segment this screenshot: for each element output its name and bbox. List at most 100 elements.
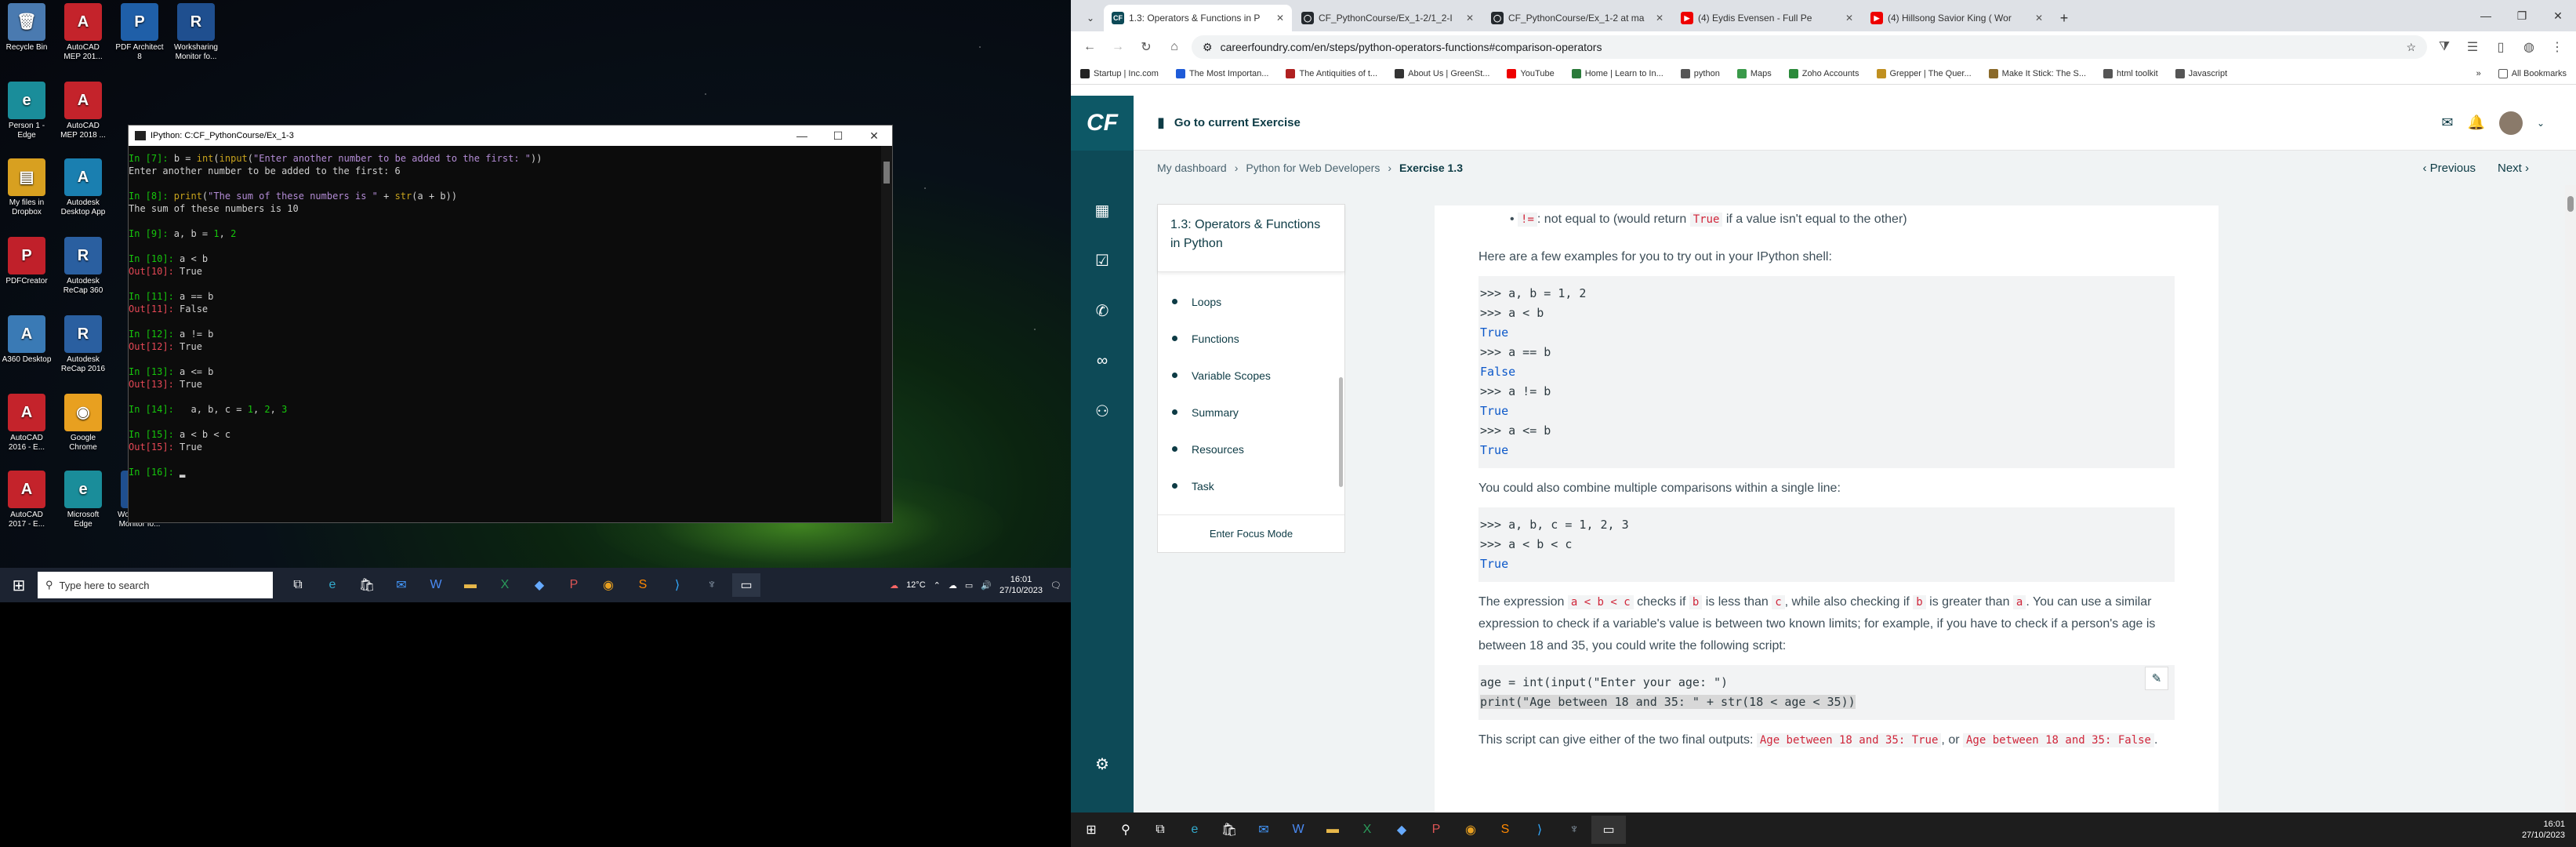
- desktop-icon[interactable]: R Autodesk ReCap 360: [58, 237, 108, 296]
- excel-icon[interactable]: X: [1350, 816, 1384, 844]
- mail-icon[interactable]: ✉: [1246, 816, 1281, 844]
- edit-pencil-icon[interactable]: ✎: [2145, 667, 2168, 690]
- taskbar-search[interactable]: ⚲ Type here to search: [38, 572, 273, 598]
- messages-icon[interactable]: ✉: [2441, 115, 2453, 131]
- code-block[interactable]: >>> a, b, c = 1, 2, 3 >>> a < b < c True: [1478, 507, 2175, 582]
- settings-icon[interactable]: ⚙: [1071, 739, 1134, 789]
- browser-tab[interactable]: ▶ (4) Hillsong Savior King ( Wor ✕: [1863, 5, 2051, 31]
- enter-focus-mode-button[interactable]: Enter Focus Mode: [1158, 514, 1344, 552]
- desktop-icon[interactable]: A A360 Desktop: [2, 315, 52, 365]
- desktop-icon[interactable]: A Autodesk Desktop App: [58, 158, 108, 217]
- desktop-icon[interactable]: ▤ My files in Dropbox: [2, 158, 52, 217]
- sidebar-item[interactable]: Resources: [1158, 431, 1344, 467]
- bookmark[interactable]: Zoho Accounts: [1788, 68, 1859, 78]
- desktop-icon[interactable]: R Autodesk ReCap 2016: [58, 315, 108, 374]
- bell-icon[interactable]: 🔔: [2468, 115, 2485, 131]
- forward-icon[interactable]: →: [1107, 40, 1129, 54]
- bookmark[interactable]: YouTube: [1507, 68, 1555, 78]
- close-tab-icon[interactable]: ✕: [1845, 13, 1853, 24]
- code-block[interactable]: >>> a, b = 1, 2 >>> a < b True >>> a == b Fa…: [1478, 276, 2175, 468]
- checklist-icon[interactable]: ☑: [1071, 235, 1134, 285]
- close-button[interactable]: ✕: [2540, 0, 2576, 31]
- bookmark-star-icon[interactable]: ☆: [2406, 41, 2427, 54]
- autodesk-icon[interactable]: ◆: [1384, 816, 1419, 844]
- new-tab-button[interactable]: +: [2052, 5, 2076, 31]
- task-view-icon[interactable]: ⧉: [284, 573, 312, 597]
- previous-button[interactable]: ‹ Previous: [2422, 162, 2476, 175]
- sidebar-item[interactable]: Variable Scopes: [1158, 357, 1344, 394]
- autodesk-icon[interactable]: ◆: [525, 573, 553, 597]
- store-icon[interactable]: 🛍: [1212, 816, 1246, 844]
- extensions-icon[interactable]: ⧩: [2433, 40, 2455, 54]
- dashboard-icon[interactable]: ▦: [1071, 185, 1134, 235]
- powerpoint-icon[interactable]: P: [1419, 816, 1453, 844]
- restore-button[interactable]: ❐: [2504, 0, 2540, 31]
- file-explorer-icon[interactable]: ▬: [456, 573, 484, 597]
- network-icon[interactable]: ☁: [949, 580, 957, 591]
- home-icon[interactable]: ⌂: [1163, 40, 1185, 54]
- clock[interactable]: 16:01 27/10/2023: [2522, 819, 2576, 841]
- cf-logo[interactable]: CF: [1071, 96, 1134, 151]
- more-bookmarks-icon[interactable]: »: [2476, 69, 2481, 78]
- desktop-icon[interactable]: ◉ Google Chrome: [58, 394, 108, 453]
- desktop-icon[interactable]: 🗑 Recycle Bin: [2, 3, 52, 53]
- clock[interactable]: 16:01 27/10/2023: [1000, 574, 1043, 596]
- close-tab-icon[interactable]: ✕: [2035, 13, 2043, 24]
- bookmark[interactable]: html toolkit: [2103, 68, 2158, 78]
- ipython-console[interactable]: In [7]: b = int(input("Enter another num…: [129, 146, 881, 522]
- edge-icon[interactable]: e: [1177, 816, 1212, 844]
- word-icon[interactable]: W: [422, 573, 450, 597]
- mail-icon[interactable]: ✉: [387, 573, 415, 597]
- bookmark[interactable]: Make It Stick: The S...: [1988, 68, 2086, 78]
- tab-list-button[interactable]: ⌄: [1079, 5, 1102, 31]
- ipython-window[interactable]: IPython: C:CF_PythonCourse/Ex_1-3 — ☐ ✕ …: [128, 125, 893, 523]
- code-block[interactable]: age = int(input("Enter your age: ") print…: [1478, 665, 2175, 720]
- desktop-icon[interactable]: P PDFCreator: [2, 237, 52, 286]
- close-button[interactable]: ✕: [856, 129, 892, 143]
- browser-tab[interactable]: ◯ CF_PythonCourse/Ex_1-2/1_2-I ✕: [1293, 5, 1482, 31]
- desktop-icon[interactable]: P PDF Architect 8: [114, 3, 165, 62]
- sublime-icon[interactable]: S: [629, 573, 657, 597]
- desktop-icon[interactable]: R Worksharing Monitor fo...: [171, 3, 221, 62]
- bookmark[interactable]: Home | Learn to In...: [1571, 68, 1664, 78]
- notifications-icon[interactable]: 🗨: [1050, 580, 1061, 591]
- address-bar[interactable]: ⚙ careerfoundry.com/en/steps/python-oper…: [1192, 35, 2427, 59]
- back-icon[interactable]: ←: [1079, 40, 1101, 54]
- desktop-icon[interactable]: e Microsoft Edge: [58, 471, 108, 529]
- bookmark[interactable]: python: [1680, 68, 1720, 78]
- battery-icon[interactable]: ▭: [965, 580, 973, 591]
- next-button[interactable]: Next ›: [2498, 162, 2529, 175]
- network-icon[interactable]: ⚇: [1071, 386, 1134, 436]
- page-scrollbar[interactable]: [2565, 185, 2576, 812]
- file-explorer-icon[interactable]: ▬: [1315, 816, 1350, 844]
- scrollbar-thumb[interactable]: [2567, 196, 2574, 212]
- url-text[interactable]: careerfoundry.com/en/steps/python-operat…: [1221, 41, 1602, 53]
- windows-start-icon[interactable]: ⊞: [0, 576, 38, 595]
- task-view-icon[interactable]: ⧉: [1143, 816, 1177, 844]
- chrome-icon[interactable]: ◉: [594, 573, 622, 597]
- desktop-icon[interactable]: A AutoCAD 2016 - E...: [2, 394, 52, 453]
- desktop-icon[interactable]: e Person 1 - Edge: [2, 82, 52, 140]
- go-to-current-exercise[interactable]: Go to current Exercise: [1174, 116, 1301, 129]
- chevron-down-icon[interactable]: ⌄: [2537, 118, 2545, 129]
- sidebar-scrollbar[interactable]: [1339, 377, 1343, 487]
- avatar[interactable]: [2498, 111, 2523, 135]
- bookmark[interactable]: Grepper | The Quer...: [1876, 68, 1972, 78]
- sidebar-item[interactable]: Loops: [1158, 283, 1344, 320]
- store-icon[interactable]: 🛍: [353, 573, 381, 597]
- close-tab-icon[interactable]: ✕: [1466, 13, 1474, 24]
- ipython-titlebar[interactable]: IPython: C:CF_PythonCourse/Ex_1-3 — ☐ ✕: [129, 125, 892, 146]
- reading-list-icon[interactable]: ☰: [2462, 39, 2483, 55]
- close-tab-icon[interactable]: ✕: [1276, 13, 1284, 24]
- desktop-icon[interactable]: A AutoCAD MEP 2018 ...: [58, 82, 108, 140]
- sidepanel-icon[interactable]: ▯: [2490, 39, 2512, 55]
- phone-icon[interactable]: ✆: [1071, 285, 1134, 336]
- bookmark[interactable]: The Antiquities of t...: [1286, 68, 1377, 78]
- profile-icon[interactable]: ◍: [2518, 39, 2540, 55]
- vscode-icon[interactable]: ⟩: [663, 573, 691, 597]
- sublime-icon[interactable]: S: [1488, 816, 1522, 844]
- bookmark[interactable]: Javascript: [2175, 68, 2227, 78]
- browser-tab[interactable]: ◯ CF_PythonCourse/Ex_1-2 at ma ✕: [1483, 5, 1671, 31]
- maximize-button[interactable]: ☐: [820, 129, 856, 143]
- bookmark[interactable]: The Most Importan...: [1175, 68, 1268, 78]
